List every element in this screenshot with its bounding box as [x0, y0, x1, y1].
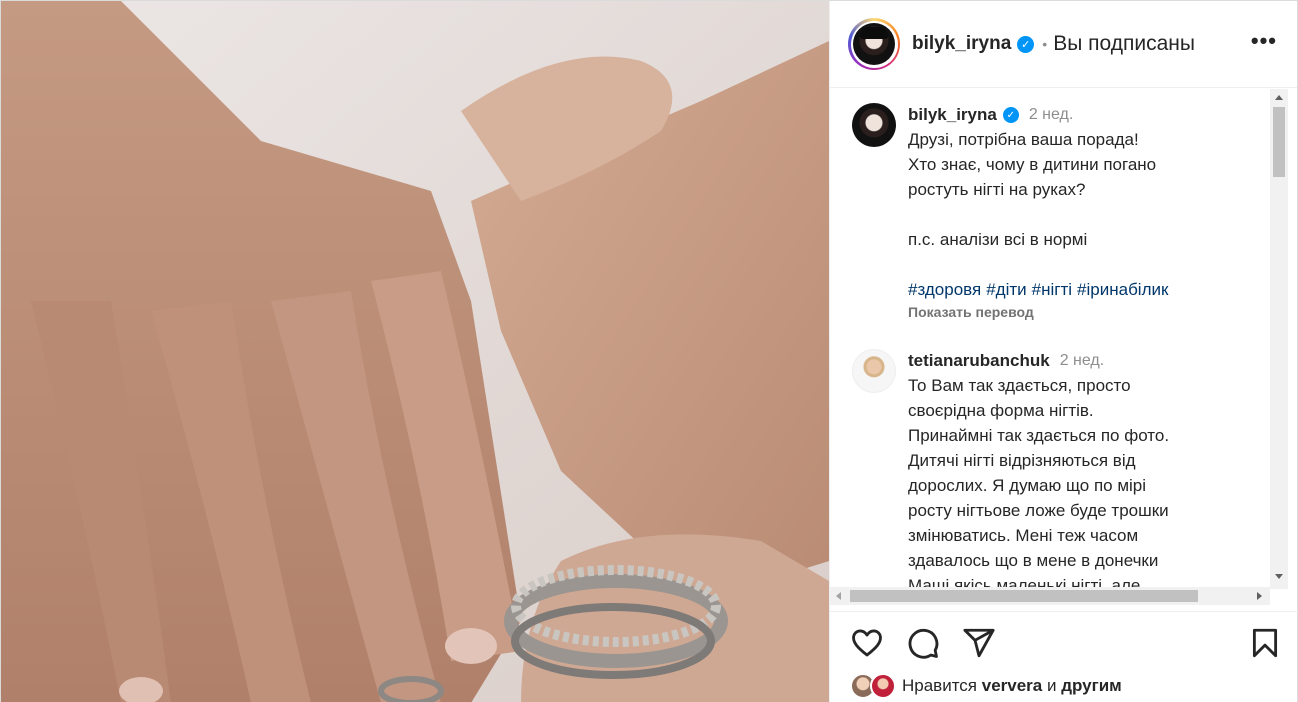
author-avatar[interactable]	[853, 23, 895, 65]
scroll-up-arrow-icon[interactable]	[1275, 95, 1283, 100]
scroll-down-arrow-icon[interactable]	[1275, 574, 1283, 579]
likes-summary: Нравится ververa и другим	[850, 671, 1122, 701]
vertical-scrollbar[interactable]	[1270, 89, 1288, 589]
caption-entry: bilyk_iryna ✓ 2 нед. Друзі, потрібна ваш…	[852, 103, 1228, 322]
heart-icon[interactable]	[850, 626, 884, 660]
comments-list[interactable]: bilyk_iryna ✓ 2 нед. Друзі, потрібна ваш…	[830, 89, 1270, 589]
horizontal-scrollbar[interactable]	[830, 587, 1270, 605]
scroll-right-arrow-icon[interactable]	[1257, 592, 1262, 600]
post-header: bilyk_iryna ✓ • Вы подписаны •••	[830, 1, 1297, 88]
comment-line: своєрідна форма нігтів.	[908, 401, 1094, 420]
comment-line: змінюватись. Мені теж часом	[908, 526, 1139, 545]
share-icon[interactable]	[962, 626, 996, 660]
likes-others-link[interactable]: другим	[1061, 676, 1122, 695]
hashtag-link[interactable]: #діти	[986, 280, 1026, 299]
caption-line: Друзі, потрібна ваша порада!	[908, 130, 1139, 149]
comment-line: Принаймні так здається по фото.	[908, 426, 1170, 445]
verified-badge-icon: ✓	[1002, 107, 1019, 123]
likes-prefix: Нравится	[902, 676, 978, 695]
horizontal-scroll-thumb[interactable]	[850, 590, 1198, 602]
commenter-username[interactable]: tetianarubanchuk	[908, 351, 1050, 371]
post-photo[interactable]	[1, 1, 829, 702]
comment-icon[interactable]	[906, 626, 940, 660]
comment-line: Дитячі нігті відрізняються від	[908, 451, 1136, 470]
bookmark-icon[interactable]	[1248, 626, 1282, 660]
story-ring[interactable]	[848, 18, 900, 70]
caption-line: п.с. аналізи всі в нормі	[908, 230, 1088, 249]
post-actions-bar	[830, 611, 1298, 665]
post-side-panel: bilyk_iryna ✓ • Вы подписаны ••• bilyk_i…	[829, 1, 1298, 702]
liker-avatar[interactable]	[870, 673, 896, 699]
comment-entry: tetianarubanchuk 2 нед. То Вам так здаєт…	[852, 349, 1228, 589]
author-username[interactable]: bilyk_iryna	[912, 33, 1011, 55]
liker-username[interactable]: ververa	[982, 676, 1043, 695]
commenter-avatar[interactable]	[852, 349, 896, 393]
caption-time[interactable]: 2 нед.	[1029, 106, 1074, 124]
vertical-scroll-thumb[interactable]	[1273, 107, 1285, 177]
comment-time[interactable]: 2 нед.	[1060, 352, 1105, 370]
caption-hashtags: #здоровя #діти #нігті #іринабілик	[908, 277, 1228, 302]
hashtag-link[interactable]: #здоровя	[908, 280, 981, 299]
hands-with-rings-photo	[1, 1, 829, 702]
show-translation-button[interactable]: Показать перевод	[908, 302, 1228, 322]
header-separator: •	[1042, 36, 1048, 52]
follow-status-button[interactable]: Вы подписаны	[1053, 32, 1195, 56]
hashtag-link[interactable]: #нігті	[1032, 280, 1072, 299]
comment-line: дорослих. Я думаю що по мірі	[908, 476, 1147, 495]
comment-line: То Вам так здається, просто	[908, 376, 1131, 395]
caption-avatar[interactable]	[852, 103, 896, 147]
more-options-icon[interactable]: •••	[1251, 30, 1277, 52]
verified-badge-icon: ✓	[1017, 35, 1035, 53]
comment-line: росту нігтьове ложе буде трошки	[908, 501, 1169, 520]
hashtag-link[interactable]: #іринабілик	[1077, 280, 1168, 299]
caption-username[interactable]: bilyk_iryna	[908, 105, 997, 125]
scroll-left-arrow-icon[interactable]	[836, 592, 841, 600]
caption-line: Хто знає, чому в дитини погано	[908, 155, 1157, 174]
likes-conjunction: и	[1047, 676, 1057, 695]
caption-line: ростуть нігті на руках?	[908, 180, 1086, 199]
comment-line: здавалось що в мене в донечки	[908, 551, 1159, 570]
instagram-post-window: bilyk_iryna ✓ • Вы подписаны ••• bilyk_i…	[0, 0, 1298, 702]
